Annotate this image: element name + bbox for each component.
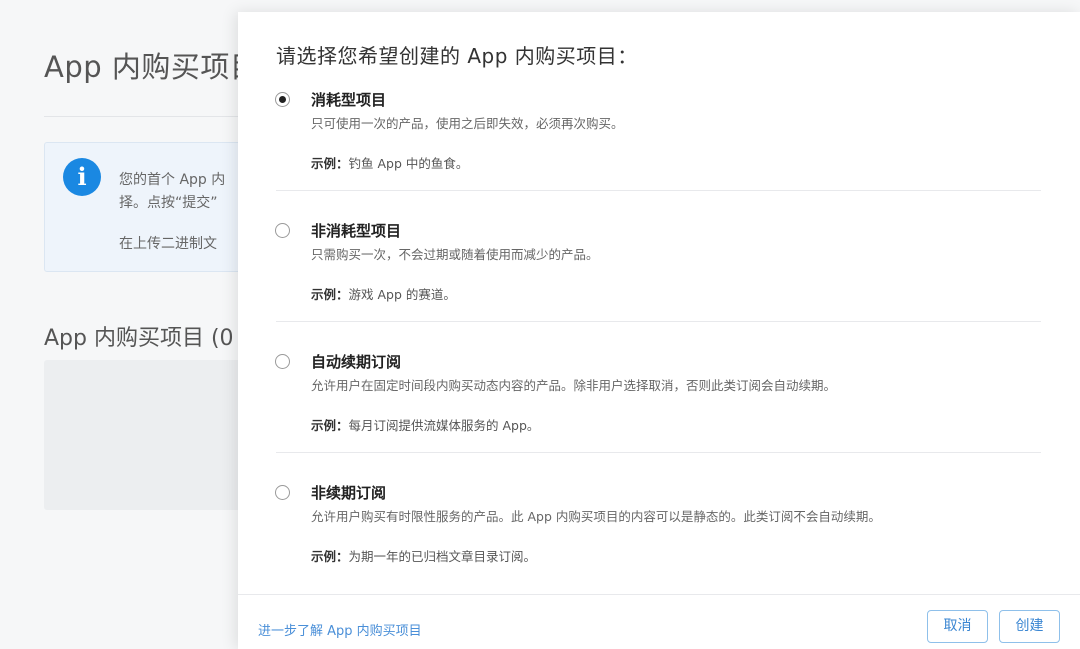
example-label: 示例： xyxy=(311,549,349,564)
option-description: 只需购买一次，不会过期或随着使用而减少的产品。 xyxy=(311,247,599,262)
page-title: App 内购买项目 xyxy=(44,50,260,84)
example-text: 钓鱼 App 中的鱼食。 xyxy=(348,156,469,171)
option-description: 允许用户在固定时间段内购买动态内容的产品。除非用户选择取消，否则此类订阅会自动续… xyxy=(311,378,837,393)
radio-non-consumable[interactable] xyxy=(275,223,290,238)
info-icon: i xyxy=(63,158,101,196)
info-text-line-1: 您的首个 App 内 xyxy=(119,172,226,188)
option-example: 示例：钓鱼 App 中的鱼食。 xyxy=(311,153,468,172)
create-button[interactable]: 创建 xyxy=(999,610,1060,643)
example-text: 游戏 App 的赛道。 xyxy=(348,287,456,302)
option-title: 非消耗型项目 xyxy=(311,222,402,240)
option-divider xyxy=(276,321,1041,322)
example-text: 为期一年的已归档文章目录订阅。 xyxy=(348,549,537,564)
radio-auto-renewable[interactable] xyxy=(275,354,290,369)
option-title: 自动续期订阅 xyxy=(311,353,402,371)
info-banner: i 您的首个 App 内 择。点按“提交” 在上传二进制文 xyxy=(44,142,264,272)
page-divider xyxy=(44,116,244,117)
option-title: 非续期订阅 xyxy=(311,484,387,502)
option-example: 示例：为期一年的已归档文章目录订阅。 xyxy=(311,546,536,565)
option-title: 消耗型项目 xyxy=(311,91,387,109)
cancel-button[interactable]: 取消 xyxy=(927,610,988,643)
radio-non-renewing[interactable] xyxy=(275,485,290,500)
info-text-line-3: 在上传二进制文 xyxy=(119,236,217,252)
empty-list-area xyxy=(44,360,244,510)
option-description: 只可使用一次的产品，使用之后即失效，必须再次购买。 xyxy=(311,116,624,131)
option-description: 允许用户购买有时限性服务的产品。此 App 内购买项目的内容可以是静态的。此类订… xyxy=(311,509,881,524)
option-divider xyxy=(276,190,1041,191)
create-iap-dialog: 请选择您希望创建的 App 内购买项目： 消耗型项目 只可使用一次的产品，使用之… xyxy=(238,12,1080,649)
radio-consumable[interactable] xyxy=(275,92,290,107)
footer-divider xyxy=(238,594,1080,595)
option-example: 示例：游戏 App 的赛道。 xyxy=(311,284,456,303)
example-text: 每月订阅提供流媒体服务的 App。 xyxy=(348,418,540,433)
option-divider xyxy=(276,452,1041,453)
example-label: 示例： xyxy=(311,287,349,302)
example-label: 示例： xyxy=(311,156,349,171)
dialog-title: 请选择您希望创建的 App 内购买项目： xyxy=(276,44,638,68)
learn-more-link[interactable]: 进一步了解 App 内购买项目 xyxy=(258,620,422,639)
example-label: 示例： xyxy=(311,418,349,433)
info-text-line-2: 择。点按“提交” xyxy=(119,195,218,211)
section-title: App 内购买项目 (0 xyxy=(44,326,234,351)
option-example: 示例：每月订阅提供流媒体服务的 App。 xyxy=(311,415,539,434)
